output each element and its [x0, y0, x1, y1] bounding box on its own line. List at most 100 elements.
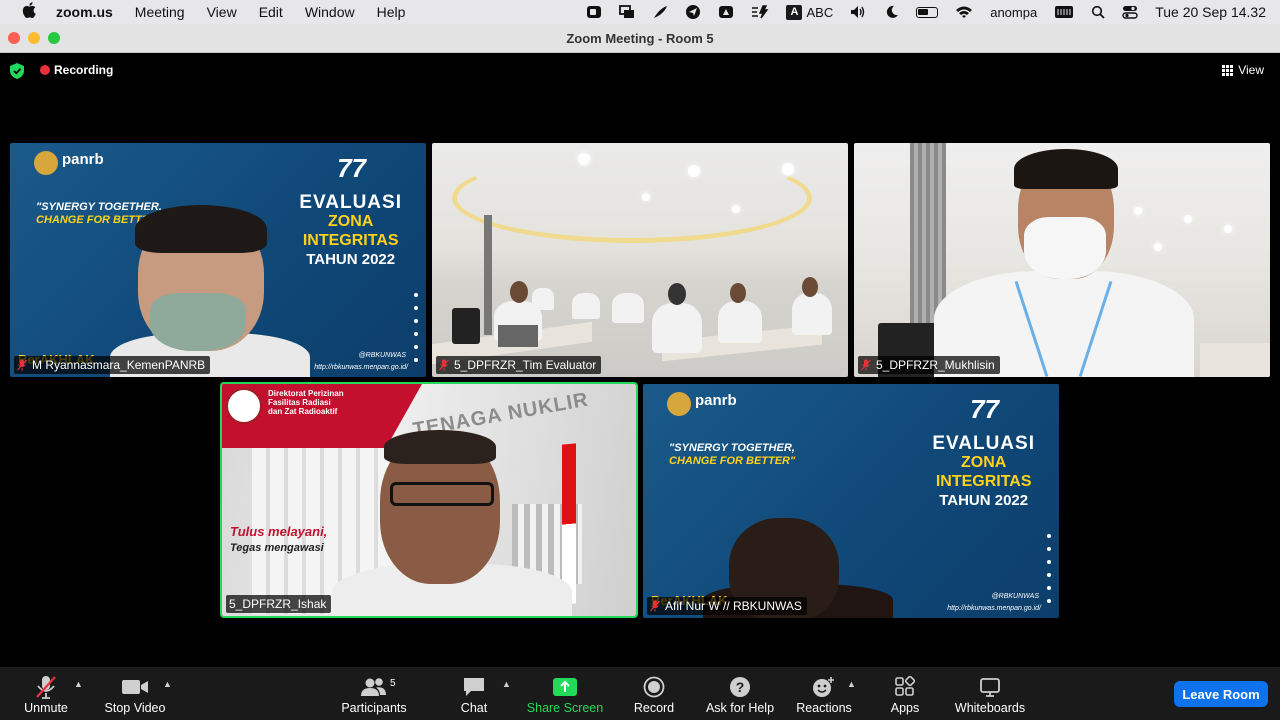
tagline-line1: "SYNERGY TOGETHER, [36, 201, 162, 213]
slide-handle: @RBKUNWAS [991, 593, 1039, 600]
participants-count: 5 [390, 678, 396, 689]
menu-help[interactable]: Help [377, 4, 406, 20]
slide-dots [1047, 534, 1053, 612]
participant-name: 5_DPFRZR_Mukhlisin [876, 358, 995, 372]
lightning-tray-icon[interactable] [751, 0, 769, 24]
whiteboards-label: Whiteboards [954, 701, 1026, 715]
ceiling-light [578, 153, 590, 165]
screen-share-tray-icon[interactable] [619, 0, 635, 24]
slide-brand: panrb [695, 392, 737, 409]
garuda-emblem-icon [667, 392, 691, 416]
motto-line2: Tegas mengawasi [230, 542, 324, 554]
menu-edit[interactable]: Edit [259, 4, 283, 20]
video-camera-icon [121, 673, 149, 701]
grid-view-icon [1222, 64, 1234, 76]
apple-menu-icon[interactable] [22, 2, 36, 22]
chat-label: Chat [460, 701, 488, 715]
menu-app-name[interactable]: zoom.us [56, 4, 113, 20]
video-tile-ryannasmara[interactable]: panrb 77 "SYNERGY TOGETHER, CHANGE FOR B… [10, 143, 426, 377]
volume-icon[interactable] [850, 0, 868, 24]
attendee-head [510, 281, 528, 303]
recording-label: Recording [54, 63, 114, 77]
video-options-caret-icon[interactable]: ▲ [163, 679, 172, 689]
battery-icon[interactable] [916, 0, 939, 24]
stop-video-button[interactable]: Stop Video [100, 667, 170, 720]
security-shield-icon[interactable] [10, 63, 24, 79]
slide-title-line4: TAHUN 2022 [939, 492, 1029, 509]
participant-name-tag: 5_DPFRZR_Ishak [226, 595, 332, 613]
record-icon [643, 673, 665, 701]
audio-options-caret-icon[interactable]: ▲ [74, 679, 83, 689]
send-tray-icon[interactable] [685, 0, 701, 24]
participant-name-tag: Afif Nur W // RBKUNWAS [647, 597, 807, 615]
agency-name-line3: dan Zat Radioaktif [268, 407, 338, 416]
view-button[interactable]: View [1222, 63, 1264, 77]
tagline-line2: CHANGE FOR BETTER" [669, 455, 796, 467]
recording-indicator[interactable]: Recording [40, 63, 113, 77]
slide-title-line2: ZONA [961, 454, 1007, 471]
share-screen-label: Share Screen [526, 701, 604, 715]
participants-button[interactable]: Participants [336, 667, 412, 720]
video-tile-tim-evaluator[interactable]: 5_DPFRZR_Tim Evaluator [432, 143, 848, 377]
ceiling-light [1184, 215, 1192, 223]
slide-url: http://rbkunwas.menpan.go.id/ [314, 364, 408, 371]
zoom-tray-icon[interactable] [586, 0, 602, 24]
anniversary-logo: 77 [970, 394, 999, 424]
slide-title-line4: TAHUN 2022 [306, 251, 396, 268]
feather-tray-icon[interactable] [652, 0, 668, 24]
ask-for-help-button[interactable]: ? Ask for Help [702, 667, 778, 720]
whiteboards-button[interactable]: Whiteboards [950, 667, 1030, 720]
dark-mode-icon[interactable] [885, 0, 899, 24]
whiteboard-icon [979, 673, 1001, 701]
status-tray: A ABC anompa Tue 20 Sep 14.32 [569, 0, 1266, 24]
participants-label: Participants [341, 701, 407, 715]
menu-window[interactable]: Window [305, 4, 355, 20]
agency-logo-icon [226, 388, 262, 424]
share-screen-button[interactable]: Share Screen [524, 667, 606, 720]
slide-handle: @RBKUNWAS [358, 352, 406, 359]
input-source-label: ABC [806, 4, 834, 20]
participant-name: 5_DPFRZR_Tim Evaluator [454, 358, 597, 372]
participant-glasses [390, 482, 494, 506]
leave-room-button[interactable]: Leave Room [1174, 681, 1268, 707]
video-tile-afif[interactable]: panrb 77 "SYNERGY TOGETHER, CHANGE FOR B… [643, 384, 1059, 618]
attendee [612, 293, 644, 323]
macos-menubar: zoom.us Meeting View Edit Window Help AA… [0, 0, 1280, 24]
window-title: Zoom Meeting - Room 5 [566, 31, 714, 46]
participant-name-tag: 5_DPFRZR_Tim Evaluator [436, 356, 602, 374]
record-label: Record [633, 701, 675, 715]
chat-button[interactable]: Chat [454, 667, 494, 720]
ask-for-help-label: Ask for Help [705, 701, 775, 715]
unmute-button[interactable]: Unmute [18, 667, 74, 720]
menu-view[interactable]: View [207, 4, 237, 20]
desk [1200, 343, 1270, 377]
ceiling-light [782, 163, 794, 175]
reactions-button[interactable]: Reactions [794, 667, 854, 720]
input-source-tray[interactable]: A ABC [786, 0, 833, 24]
keyboard-icon[interactable] [1054, 0, 1074, 24]
record-button[interactable]: Record [630, 667, 678, 720]
spotlight-search-icon[interactable] [1091, 0, 1105, 24]
agency-name: Direktorat Perizinan Fasilitas Radiasi d… [268, 389, 344, 416]
control-center-icon[interactable] [1122, 0, 1138, 24]
menubar-clock[interactable]: Tue 20 Sep 14.32 [1155, 0, 1266, 24]
video-tile-mukhlisin[interactable]: 5_DPFRZR_Mukhlisin [854, 143, 1270, 377]
slide-title-line2: ZONA [328, 213, 374, 230]
agency-name-line2: Fasilitas Radiasi [268, 398, 331, 407]
help-question-icon: ? [729, 673, 751, 701]
drive-tray-icon[interactable] [718, 0, 734, 24]
video-tile-ishak[interactable]: TENAGA NUKLIR Direktorat Perizinan Fasil… [220, 382, 638, 618]
motto-line1: Tulus melayani, [230, 524, 328, 539]
attendee [718, 301, 762, 343]
attendee [652, 303, 702, 353]
slide-url: http://rbkunwas.menpan.go.id/ [947, 605, 1041, 612]
chat-options-caret-icon[interactable]: ▲ [502, 679, 511, 689]
attendee-head [802, 277, 818, 297]
wifi-icon[interactable] [955, 0, 973, 24]
menu-meeting[interactable]: Meeting [135, 4, 185, 20]
menubar-user[interactable]: anompa [990, 0, 1037, 24]
ceiling-light [1224, 225, 1232, 233]
apps-button[interactable]: Apps [884, 667, 926, 720]
reactions-options-caret-icon[interactable]: ▲ [847, 679, 856, 689]
mic-muted-icon [439, 359, 449, 371]
